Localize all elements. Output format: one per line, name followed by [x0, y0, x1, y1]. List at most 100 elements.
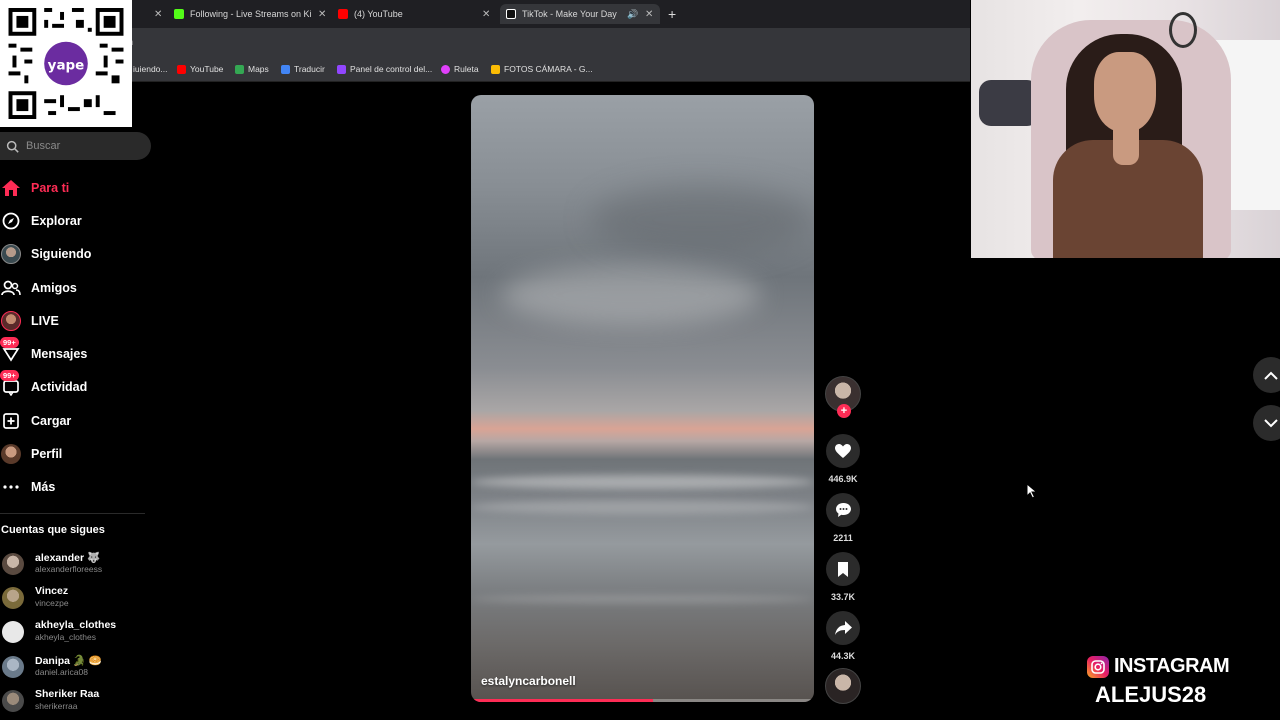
- following-avatar-icon: [0, 243, 22, 265]
- list-item[interactable]: Danipa 🐊 🥯 daniel.arica08: [0, 652, 150, 682]
- nav-label: Actividad: [31, 380, 88, 395]
- streamer-face: [1094, 52, 1156, 132]
- youtube-icon: [177, 64, 186, 74]
- nav-item-messages[interactable]: 99+ Mensajes: [0, 337, 150, 370]
- bookmark-item[interactable]: iuiendo...: [133, 64, 168, 74]
- bookmark-translate[interactable]: Traducir: [281, 64, 325, 74]
- video-frame: [471, 500, 814, 514]
- close-tab-icon[interactable]: ✕: [482, 9, 490, 20]
- instagram-overlay: INSTAGRAM ALEJUS28: [1087, 655, 1277, 715]
- search-box[interactable]: [0, 132, 151, 160]
- follow-plus-icon[interactable]: +: [837, 404, 851, 418]
- video-author[interactable]: estalyncarbonell: [481, 674, 576, 688]
- kick-icon: [174, 9, 184, 19]
- account-handle: daniel.arica08: [35, 667, 88, 677]
- video-frame: [501, 265, 761, 325]
- next-video-button[interactable]: [1253, 405, 1280, 441]
- heart-icon: [835, 443, 851, 458]
- new-tab-button[interactable]: +: [668, 6, 676, 22]
- close-tab-icon[interactable]: ✕: [645, 9, 653, 20]
- list-item[interactable]: akheyla_clothes akheyla_clothes: [0, 617, 150, 647]
- nav-item-profile[interactable]: Perfil: [0, 437, 150, 470]
- bookmarks-bar: iuiendo... YouTube Maps Traducir Panel d…: [0, 56, 970, 82]
- more-icon: [0, 476, 22, 498]
- list-item[interactable]: alexander 🐺 alexanderfloreess: [0, 549, 150, 579]
- youtube-icon: [338, 9, 348, 19]
- instagram-icon: [1087, 655, 1109, 678]
- browser-tab-youtube[interactable]: (4) YouTube ✕: [338, 4, 494, 24]
- activity-badge: 99+: [0, 370, 19, 382]
- messages-badge: 99+: [0, 337, 19, 349]
- bookmark-drive[interactable]: FOTOS CÁMARA - G...: [491, 64, 593, 74]
- list-item[interactable]: Vincez vincezpe: [0, 583, 150, 613]
- music-disc-icon[interactable]: [825, 668, 861, 704]
- compass-icon: [0, 210, 22, 232]
- browser-tab[interactable]: ✕: [134, 4, 164, 24]
- account-handle: vincezpe: [35, 598, 69, 608]
- bookmark-ruleta[interactable]: Ruleta: [441, 64, 479, 74]
- avatar: [2, 690, 24, 712]
- bookmark-maps[interactable]: Maps: [235, 64, 269, 74]
- yape-qr-code: yape: [0, 0, 132, 127]
- mouse-cursor-icon: [1026, 483, 1038, 499]
- close-tab-icon[interactable]: ✕: [318, 9, 326, 20]
- qr-code-image: yape: [8, 8, 124, 119]
- nav-label: Más: [31, 480, 56, 495]
- nav-item-following[interactable]: Siguiendo: [0, 238, 150, 271]
- like-count: 446.9K: [828, 474, 858, 484]
- tab-title: (4) YouTube: [354, 9, 403, 19]
- nav-item-friends[interactable]: Amigos: [0, 271, 150, 304]
- bookmark-icon: [838, 561, 848, 577]
- browser-tab-tiktok[interactable]: TikTok - Make Your Day 🔊 ✕: [500, 4, 660, 24]
- video-progress-bar[interactable]: [471, 699, 814, 702]
- webcam-overlay: [971, 0, 1280, 258]
- video-player[interactable]: estalyncarbonell: [471, 95, 814, 702]
- address-bar[interactable]: n: [0, 28, 970, 56]
- nav-item-upload[interactable]: Cargar: [0, 404, 150, 437]
- save-count: 33.7K: [830, 592, 856, 602]
- nav-item-explore[interactable]: Explorar: [0, 204, 150, 237]
- friends-icon: [0, 277, 22, 299]
- previous-video-button[interactable]: [1253, 357, 1280, 393]
- nav-label: Amigos: [31, 280, 77, 295]
- ring-light: [1169, 12, 1197, 48]
- nav-label: Para ti: [31, 180, 70, 195]
- nav-item-activity[interactable]: 99+ Actividad: [0, 370, 150, 404]
- list-item[interactable]: Sheriker Raa sherikerraa: [0, 686, 150, 716]
- maps-icon: [235, 64, 244, 74]
- browser-tab-bar: ✕ Following - Live Streams on Ki ✕ (4) Y…: [0, 0, 970, 28]
- webcam-background: [979, 80, 1039, 126]
- nav-label: Mensajes: [31, 347, 88, 362]
- save-button[interactable]: [826, 552, 860, 586]
- chevron-down-icon: [1264, 418, 1278, 427]
- nav-item-live[interactable]: LIVE: [0, 304, 150, 337]
- comment-icon: [835, 503, 851, 517]
- home-icon: [0, 177, 22, 199]
- bookmark-dashboard[interactable]: Panel de control del...: [337, 64, 432, 74]
- messages-icon: 99+: [0, 337, 22, 365]
- bookmark-youtube[interactable]: YouTube: [177, 64, 223, 74]
- browser-tab-kick[interactable]: Following - Live Streams on Ki ✕: [174, 4, 330, 24]
- comment-button[interactable]: [826, 493, 860, 527]
- account-handle: alexanderfloreess: [35, 564, 103, 574]
- avatar: [2, 656, 24, 678]
- like-button[interactable]: [826, 434, 860, 468]
- nav-item-more[interactable]: Más: [0, 471, 150, 504]
- tiktok-icon: [506, 9, 516, 19]
- close-tab-icon[interactable]: ✕: [154, 9, 162, 20]
- nav-item-for-you[interactable]: Para ti: [0, 171, 150, 204]
- comment-count: 2211: [833, 533, 853, 543]
- avatar: [2, 621, 24, 643]
- audio-icon[interactable]: 🔊: [627, 9, 638, 20]
- profile-avatar-icon: [0, 443, 22, 465]
- account-name: akheyla_clothes: [35, 619, 117, 631]
- sidebar-divider: [0, 513, 145, 514]
- search-input[interactable]: [26, 140, 136, 152]
- avatar: [2, 553, 24, 575]
- account-handle: sherikerraa: [35, 701, 78, 711]
- account-name: alexander 🐺: [35, 552, 101, 564]
- share-button[interactable]: [826, 611, 860, 645]
- sidebar-nav: Para ti Explorar Siguiendo Amigos LIVE 9…: [0, 171, 150, 504]
- following-accounts-title: Cuentas que sigues: [1, 524, 105, 536]
- live-avatar-icon: [0, 310, 22, 332]
